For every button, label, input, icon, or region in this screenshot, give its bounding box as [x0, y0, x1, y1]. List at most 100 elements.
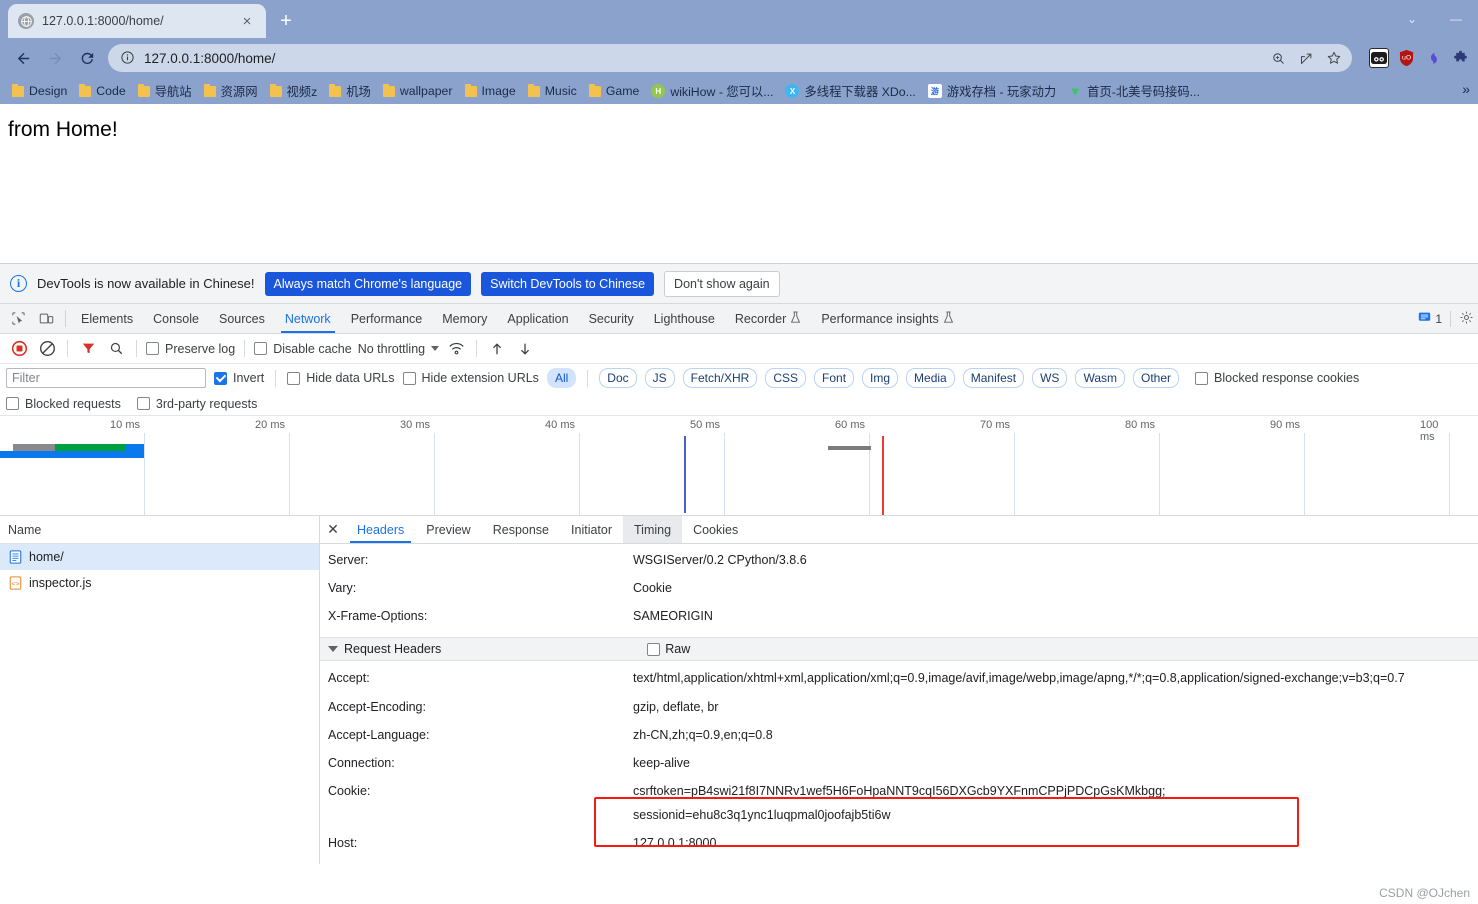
bookmark-item[interactable]: 机场	[323, 80, 377, 102]
tab-recorder[interactable]: Recorder	[725, 304, 811, 333]
tab-network[interactable]: Network	[275, 304, 341, 333]
tab-console[interactable]: Console	[143, 304, 209, 333]
header-name: Vary:	[328, 581, 357, 595]
close-icon[interactable]: ×	[238, 12, 256, 30]
clear-icon[interactable]	[36, 338, 58, 360]
type-filter-css[interactable]: CSS	[765, 368, 807, 388]
always-match-language-button[interactable]: Always match Chrome's language	[264, 271, 472, 296]
tab-sources[interactable]: Sources	[209, 304, 275, 333]
device-toolbar-icon[interactable]	[32, 304, 60, 333]
record-stop-icon[interactable]	[8, 338, 30, 360]
bookmark-item[interactable]: Image	[459, 82, 522, 100]
bookmark-item[interactable]: Music	[522, 82, 583, 100]
tab-lighthouse[interactable]: Lighthouse	[644, 304, 725, 333]
invert-checkbox[interactable]: Invert	[214, 371, 264, 385]
type-filter-font[interactable]: Font	[814, 368, 855, 388]
reload-button[interactable]	[72, 43, 102, 73]
search-icon[interactable]	[105, 338, 127, 360]
third-party-requests-checkbox[interactable]: 3rd-party requests	[136, 397, 257, 411]
header-name: Server:	[328, 553, 369, 567]
puzzle-extensions-icon[interactable]	[1450, 48, 1470, 68]
disable-cache-checkbox[interactable]: Disable cache	[254, 342, 352, 356]
blocked-requests-checkbox[interactable]: Blocked requests	[6, 397, 121, 411]
network-overview-timeline[interactable]: 10 ms 20 ms 30 ms 40 ms 50 ms 60 ms 70 m…	[0, 416, 1478, 516]
bookmark-item[interactable]: 资源网	[198, 80, 264, 102]
star-icon[interactable]	[1322, 46, 1346, 70]
sider-extension-icon[interactable]	[1423, 48, 1443, 68]
raw-toggle[interactable]: Raw	[647, 642, 690, 656]
tab-performance-insights[interactable]: Performance insights	[811, 304, 963, 333]
bookmark-item[interactable]: 游游戏存档 - 玩家动力	[922, 80, 1062, 102]
hide-extension-urls-checkbox[interactable]: Hide extension URLs	[402, 371, 539, 385]
request-list-header[interactable]: Name	[0, 516, 319, 544]
tab-memory[interactable]: Memory	[432, 304, 497, 333]
bookmark-item[interactable]: Design	[6, 82, 73, 100]
filter-funnel-icon[interactable]	[77, 338, 99, 360]
bookmark-item[interactable]: Code	[73, 82, 131, 100]
export-har-icon[interactable]	[514, 338, 536, 360]
type-filter-ws[interactable]: WS	[1032, 368, 1068, 388]
request-headers-section-header[interactable]: Request Headers Raw	[320, 637, 1478, 661]
type-filter-doc[interactable]: Doc	[599, 368, 637, 388]
type-filter-media[interactable]: Media	[906, 368, 955, 388]
type-filter-js[interactable]: JS	[644, 368, 675, 388]
type-filter-img[interactable]: Img	[862, 368, 899, 388]
back-button[interactable]	[8, 43, 38, 73]
triangle-down-icon	[328, 646, 338, 652]
detail-tab-preview[interactable]: Preview	[415, 516, 481, 543]
address-bar[interactable]: 127.0.0.1:8000/home/	[108, 44, 1352, 72]
filter-input[interactable]	[6, 368, 206, 388]
bookmark-item[interactable]: 视频z	[264, 80, 324, 102]
table-row[interactable]: home/	[0, 544, 319, 570]
network-conditions-icon[interactable]	[445, 338, 467, 360]
message-count: 1	[1435, 311, 1442, 326]
bookmarks-overflow-button[interactable]: »	[1458, 81, 1474, 97]
bookmark-item[interactable]: ▼ 首页-北美号码接码...	[1062, 80, 1206, 102]
detail-tab-timing[interactable]: Timing	[623, 516, 683, 543]
bookmark-item[interactable]: HwikiHow - 您可以...	[645, 80, 779, 102]
close-icon[interactable]: ✕	[320, 516, 346, 543]
tab-performance[interactable]: Performance	[341, 304, 433, 333]
header-value: keep-alive	[633, 756, 690, 770]
blocked-response-cookies-checkbox[interactable]: Blocked response cookies	[1195, 371, 1359, 385]
ublock-extension-icon[interactable]: uO	[1396, 48, 1416, 68]
type-filter-other[interactable]: Other	[1133, 368, 1180, 388]
message-count-badge[interactable]: 1	[1418, 311, 1442, 327]
tab-elements[interactable]: Elements	[71, 304, 143, 333]
throttling-select[interactable]: No throttling	[358, 342, 440, 356]
bookmark-item[interactable]: X 多线程下载器 XDo...	[779, 80, 921, 102]
switch-to-chinese-button[interactable]: Switch DevTools to Chinese	[481, 271, 655, 296]
chevron-down-icon[interactable]: ⌄	[1390, 4, 1434, 34]
gear-icon[interactable]	[1459, 310, 1474, 328]
tab-security[interactable]: Security	[579, 304, 644, 333]
folder-icon	[137, 83, 150, 97]
divider	[67, 340, 68, 357]
info-circle-icon[interactable]	[120, 50, 136, 66]
bookmark-item[interactable]: Game	[583, 82, 646, 100]
detail-tab-cookies[interactable]: Cookies	[682, 516, 749, 543]
detail-tab-headers[interactable]: Headers	[346, 516, 415, 543]
share-icon[interactable]	[1294, 46, 1318, 70]
type-filter-fetch-xhr[interactable]: Fetch/XHR	[682, 368, 758, 388]
forward-button[interactable]	[40, 43, 70, 73]
bookmark-label: Design	[29, 84, 68, 98]
bookmark-item[interactable]: 导航站	[132, 80, 198, 102]
inspect-cursor-icon[interactable]	[4, 304, 32, 333]
browser-tab[interactable]: 127.0.0.1:8000/home/ ×	[8, 4, 266, 38]
magnifier-icon[interactable]	[1266, 46, 1290, 70]
panda-extension-icon[interactable]	[1369, 48, 1389, 68]
type-filter-all[interactable]: All	[546, 368, 577, 388]
table-row[interactable]: <> inspector.js	[0, 570, 319, 596]
detail-tab-response[interactable]: Response	[482, 516, 560, 543]
bookmark-item[interactable]: wallpaper	[377, 82, 459, 100]
type-filter-wasm[interactable]: Wasm	[1075, 368, 1125, 388]
tab-application[interactable]: Application	[497, 304, 578, 333]
import-har-icon[interactable]	[486, 338, 508, 360]
hide-data-urls-checkbox[interactable]: Hide data URLs	[287, 371, 395, 385]
type-filter-manifest[interactable]: Manifest	[962, 368, 1025, 388]
detail-tab-initiator[interactable]: Initiator	[560, 516, 623, 543]
preserve-log-checkbox[interactable]: Preserve log	[146, 342, 235, 356]
dont-show-again-button[interactable]: Don't show again	[664, 270, 780, 297]
minimize-button[interactable]: —	[1434, 4, 1478, 34]
new-tab-button[interactable]: +	[272, 7, 300, 35]
